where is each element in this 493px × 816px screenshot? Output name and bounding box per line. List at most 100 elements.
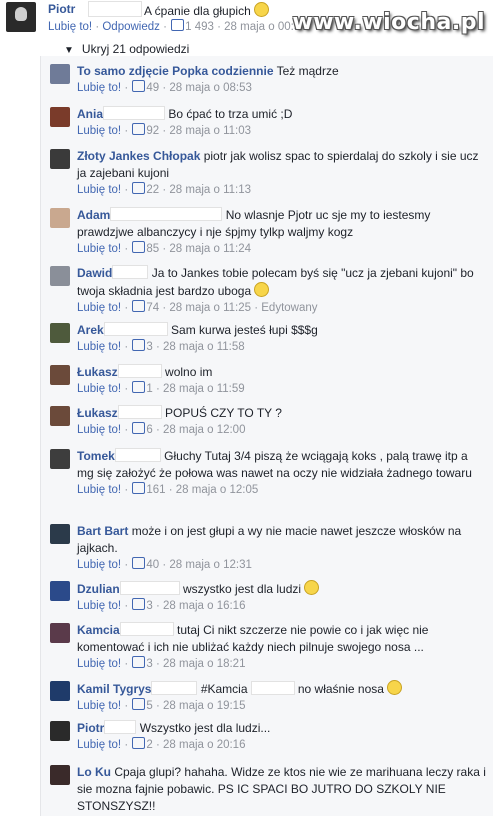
like-count[interactable]: 92 [146, 125, 159, 137]
edited-label[interactable]: Edytowany [261, 302, 317, 314]
reply-meta: Lubię to! · 40 · 28 maja o 12:31 [77, 557, 252, 571]
avatar[interactable] [50, 107, 70, 127]
avatar[interactable] [50, 266, 70, 286]
reply-author[interactable]: Łukasz [77, 406, 118, 420]
reply-author[interactable]: Adam [77, 208, 110, 222]
thumbs-up-icon [132, 557, 146, 569]
reply-author[interactable]: Złoty Jankes Chłopak [77, 149, 200, 163]
hide-replies-toggle[interactable]: ▼ Ukryj 21 odpowiedzi [64, 42, 189, 56]
reply-time[interactable]: 28 maja o 08:53 [169, 82, 251, 94]
reply-author[interactable]: To samo zdjęcie Popka codziennie [77, 64, 274, 78]
like-button[interactable]: Lubię to! [77, 302, 121, 314]
reply-body: Złoty Jankes Chłopak piotr jak wolisz sp… [77, 148, 487, 199]
reply-time[interactable]: 28 maja o 18:21 [163, 658, 245, 670]
reply-text: Cpaja glupi? hahaha. Widze ze ktos nie w… [77, 765, 486, 813]
redacted-name [104, 720, 137, 734]
smile-emoji-icon [386, 680, 402, 695]
avatar[interactable] [50, 208, 70, 228]
avatar[interactable] [50, 323, 70, 343]
like-count[interactable]: 74 [146, 302, 159, 314]
reply-time[interactable]: 28 maja o 11:13 [169, 184, 251, 196]
reply-meta: Lubię to! · 74 · 28 maja o 11:25 · Edyto… [77, 300, 318, 314]
like-button[interactable]: Lubię to! [77, 600, 121, 612]
reply-author[interactable]: Bart Bart [77, 524, 128, 538]
reply-time[interactable]: 28 maja o 11:58 [163, 341, 245, 353]
like-button[interactable]: Lubię to! [77, 484, 121, 496]
like-button[interactable]: Lubię to! [77, 559, 121, 571]
reply-time[interactable]: 28 maja o 11:59 [163, 383, 245, 395]
thumbs-up-icon [132, 339, 146, 351]
reply-author[interactable]: Łukasz [77, 365, 118, 379]
avatar[interactable] [50, 149, 70, 169]
reply-time[interactable]: 28 maja o 12:05 [176, 484, 258, 496]
like-count[interactable]: 40 [146, 559, 159, 571]
like-button[interactable]: Lubię to! [77, 658, 121, 670]
like-button[interactable]: Lubię to! [77, 739, 121, 751]
reply-time[interactable]: 28 maja o 11:03 [169, 125, 251, 137]
comment-meta: Lubię to! · Odpowiedz · 1 493 · 28 maja … [48, 19, 301, 33]
reply-author[interactable]: Kamcia [77, 623, 120, 637]
avatar[interactable] [50, 721, 70, 741]
like-count[interactable]: 3 [146, 658, 152, 670]
reply-meta: Lubię to! · 1 · 28 maja o 11:59 [77, 381, 245, 395]
like-button[interactable]: Lubię to! [77, 82, 121, 94]
like-count[interactable]: 5 [146, 700, 152, 712]
reply-author[interactable]: Ania [77, 107, 103, 121]
reply-body: Ania Bo ćpać to trza umić ;D Lubię to! · … [77, 106, 487, 140]
like-count[interactable]: 2 [146, 739, 152, 751]
like-button[interactable]: Lubię to! [77, 184, 121, 196]
reply-author[interactable]: Arek [77, 323, 104, 337]
avatar[interactable] [6, 2, 36, 32]
like-count[interactable]: 3 [146, 341, 152, 353]
like-count[interactable]: 1 [146, 383, 152, 395]
reply-author[interactable]: Kamil Tygrys [77, 682, 151, 696]
reply-button[interactable]: Odpowiedz [102, 21, 160, 33]
reply-time[interactable]: 28 maja o 12:00 [163, 424, 245, 436]
reply-author[interactable]: Dawid [77, 266, 112, 280]
like-count[interactable]: 1 493 [185, 21, 214, 33]
comment-time[interactable]: 28 maja o 00:5 [224, 21, 300, 33]
reply-author[interactable]: Dzulian [77, 582, 120, 596]
thumbs-up-icon [132, 482, 146, 494]
reply-body: Kamil Tygrys #Kamcia no właśnie nosa Lubi… [77, 680, 487, 715]
like-button[interactable]: Lubię to! [77, 341, 121, 353]
like-button[interactable]: Lubię to! [77, 243, 121, 255]
avatar[interactable] [50, 64, 70, 84]
redacted-name [112, 265, 149, 279]
avatar[interactable] [50, 365, 70, 385]
like-count[interactable]: 6 [146, 424, 152, 436]
avatar[interactable] [50, 681, 70, 701]
reply-body: Kamcia tutaj Ci nikt szczerze nie powie … [77, 622, 487, 673]
reply-text: no właśnie nosa [297, 682, 384, 696]
reply-meta: Lubię to! · 5 · 28 maja o 19:15 [77, 698, 246, 712]
like-count[interactable]: 3 [146, 600, 152, 612]
like-count[interactable]: 85 [146, 243, 159, 255]
comment-text: A ćpanie dla głupich [144, 2, 269, 18]
reply-time[interactable]: 28 maja o 19:15 [163, 700, 245, 712]
reply-time[interactable]: 28 maja o 12:31 [169, 559, 251, 571]
avatar[interactable] [50, 449, 70, 469]
like-button[interactable]: Lubię to! [77, 700, 121, 712]
reply-time[interactable]: 28 maja o 16:16 [163, 600, 245, 612]
like-button[interactable]: Lubię to! [77, 424, 121, 436]
reply-time[interactable]: 28 maja o 11:24 [169, 243, 251, 255]
comment-author[interactable]: Piotr [48, 2, 75, 16]
like-count[interactable]: 49 [146, 82, 159, 94]
reply-author[interactable]: Tomek [77, 449, 115, 463]
avatar[interactable] [50, 581, 70, 601]
avatar[interactable] [50, 406, 70, 426]
like-button[interactable]: Lubię to! [48, 21, 92, 33]
redacted-name [250, 681, 295, 695]
like-button[interactable]: Lubię to! [77, 383, 121, 395]
avatar[interactable] [50, 623, 70, 643]
like-button[interactable]: Lubię to! [77, 125, 121, 137]
redacted-name [119, 622, 174, 636]
avatar[interactable] [50, 524, 70, 544]
reply-time[interactable]: 28 maja o 11:25 [169, 302, 251, 314]
reply-author[interactable]: Lo Ku [77, 765, 111, 779]
like-count[interactable]: 22 [146, 184, 159, 196]
like-count[interactable]: 161 [146, 484, 165, 496]
reply-author[interactable]: Piotr [77, 721, 104, 735]
reply-time[interactable]: 28 maja o 20:16 [163, 739, 245, 751]
avatar[interactable] [50, 765, 70, 785]
